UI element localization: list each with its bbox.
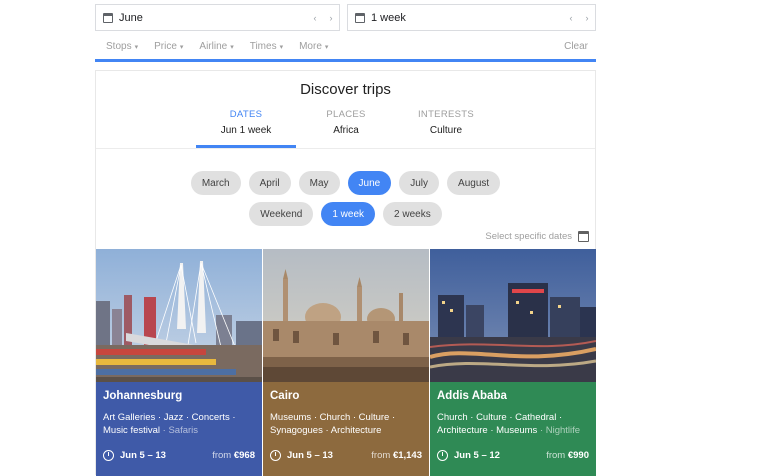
calendar-icon <box>578 231 589 242</box>
trip-price: from €990 <box>546 449 589 461</box>
discover-tabs: DATES Jun 1 week PLACES Africa INTERESTS… <box>196 107 496 147</box>
destination-footer: Jun 5 – 13 from €968 <box>103 448 255 462</box>
destination-card-cairo[interactable]: Cairo Museums · Church · Culture · Synag… <box>263 249 429 476</box>
chip-april[interactable]: April <box>248 171 291 195</box>
chevron-down-icon: ▾ <box>179 43 184 51</box>
month-value: June <box>119 11 143 24</box>
tab-places-header: PLACES <box>326 109 366 120</box>
destination-card-johannesburg[interactable]: Johannesburg Art Galleries · Jazz · Conc… <box>96 249 262 476</box>
chevron-down-icon: ▾ <box>134 43 139 51</box>
tab-interests-value: Culture <box>429 125 463 136</box>
duration-value: 1 week <box>371 11 406 24</box>
filter-airline[interactable]: Airline ▾ <box>199 41 233 52</box>
progress-divider <box>95 59 596 62</box>
clock-icon <box>103 449 114 461</box>
tab-interests[interactable]: INTERESTS Culture <box>396 107 496 147</box>
destination-interests: Church · Culture · Cathedral · Architect… <box>437 412 581 436</box>
filter-bar: Stops ▾ Price ▾ Airline ▾ Times ▾ More ▾ Clea… <box>95 34 596 58</box>
filter-more[interactable]: More ▾ <box>299 41 328 52</box>
month-next-icon[interactable]: › <box>323 13 339 23</box>
tab-dates-value: Jun 1 week <box>220 125 272 136</box>
discover-title: Discover trips <box>300 81 391 98</box>
destination-info: Addis Ababa Church · Culture · Cathedral… <box>430 382 596 476</box>
trip-dates: Jun 5 – 13 <box>287 449 333 461</box>
chip-2-weeks[interactable]: 2 weeks <box>383 202 442 226</box>
search-bar: June ‹ › 1 week ‹ › <box>95 0 596 34</box>
filter-stops[interactable]: Stops ▾ <box>106 41 138 52</box>
clock-icon <box>270 449 281 461</box>
chip-june[interactable]: June <box>347 171 392 195</box>
destination-name: Johannesburg <box>103 390 183 402</box>
tab-dates-header: DATES <box>229 109 263 120</box>
select-specific-dates-label: Select specific dates <box>485 231 572 242</box>
calendar-icon <box>355 12 365 23</box>
trip-price: from €968 <box>212 449 255 461</box>
duration-chips: Weekend 1 week 2 weeks <box>96 202 595 226</box>
chevron-down-icon: ▾ <box>324 43 329 51</box>
chip-weekend[interactable]: Weekend <box>249 202 314 226</box>
duration-prev-icon[interactable]: ‹ <box>563 13 579 23</box>
chip-march[interactable]: March <box>190 171 241 195</box>
chip-may[interactable]: May <box>298 171 340 195</box>
chip-july[interactable]: July <box>399 171 440 195</box>
tab-places-value: Africa <box>333 125 359 136</box>
calendar-icon <box>103 12 113 23</box>
chevron-down-icon: ▾ <box>230 43 234 51</box>
destination-card-addis-ababa[interactable]: Addis Ababa Church · Culture · Cathedral… <box>430 249 596 476</box>
chip-august[interactable]: August <box>447 171 501 195</box>
destination-interests: Museums · Church · Culture · Synagogues … <box>270 412 396 436</box>
discover-trips-card: Discover trips DATES Jun 1 week PLACES A… <box>95 70 597 476</box>
johannesburg-photo <box>96 249 262 382</box>
filter-times[interactable]: Times ▾ <box>250 41 283 52</box>
chip-1-week[interactable]: 1 week <box>321 202 376 226</box>
destination-footer: Jun 5 – 12 from €990 <box>437 448 589 462</box>
destination-tiles: Johannesburg Art Galleries · Jazz · Conc… <box>96 249 597 476</box>
destination-name: Addis Ababa <box>437 390 507 402</box>
month-field[interactable]: June ‹ › <box>95 4 340 31</box>
cairo-photo <box>263 249 429 382</box>
trip-dates: Jun 5 – 13 <box>120 449 166 461</box>
destination-footer: Jun 5 – 13 from €1,143 <box>270 448 422 462</box>
chevron-down-icon: ▾ <box>279 43 284 51</box>
duration-field[interactable]: 1 week ‹ › <box>347 4 596 31</box>
destination-info: Cairo Museums · Church · Culture · Synag… <box>263 382 429 476</box>
tab-dates[interactable]: DATES Jun 1 week <box>196 107 296 147</box>
clear-button[interactable]: Clear <box>564 41 588 52</box>
clock-icon <box>437 449 448 461</box>
month-chips: March April May June July August <box>96 171 595 195</box>
select-specific-dates-link[interactable]: Select specific dates <box>485 231 589 242</box>
month-prev-icon[interactable]: ‹ <box>307 13 323 23</box>
destination-info: Johannesburg Art Galleries · Jazz · Conc… <box>96 382 262 476</box>
trip-price: from €1,143 <box>371 449 422 461</box>
tab-interests-header: INTERESTS <box>417 109 474 120</box>
duration-next-icon[interactable]: › <box>579 13 595 23</box>
addis-ababa-photo <box>430 249 596 382</box>
divider <box>96 148 595 149</box>
trip-dates: Jun 5 – 12 <box>454 449 500 461</box>
destination-interests: Art Galleries · Jazz · Concerts · Music … <box>103 412 236 436</box>
destination-name: Cairo <box>270 390 300 402</box>
flights-explore-panel: June ‹ › 1 week ‹ › Stops ▾ Price ▾ Airlin… <box>95 0 597 476</box>
tab-places[interactable]: PLACES Africa <box>296 107 396 147</box>
filter-price[interactable]: Price ▾ <box>154 41 183 52</box>
